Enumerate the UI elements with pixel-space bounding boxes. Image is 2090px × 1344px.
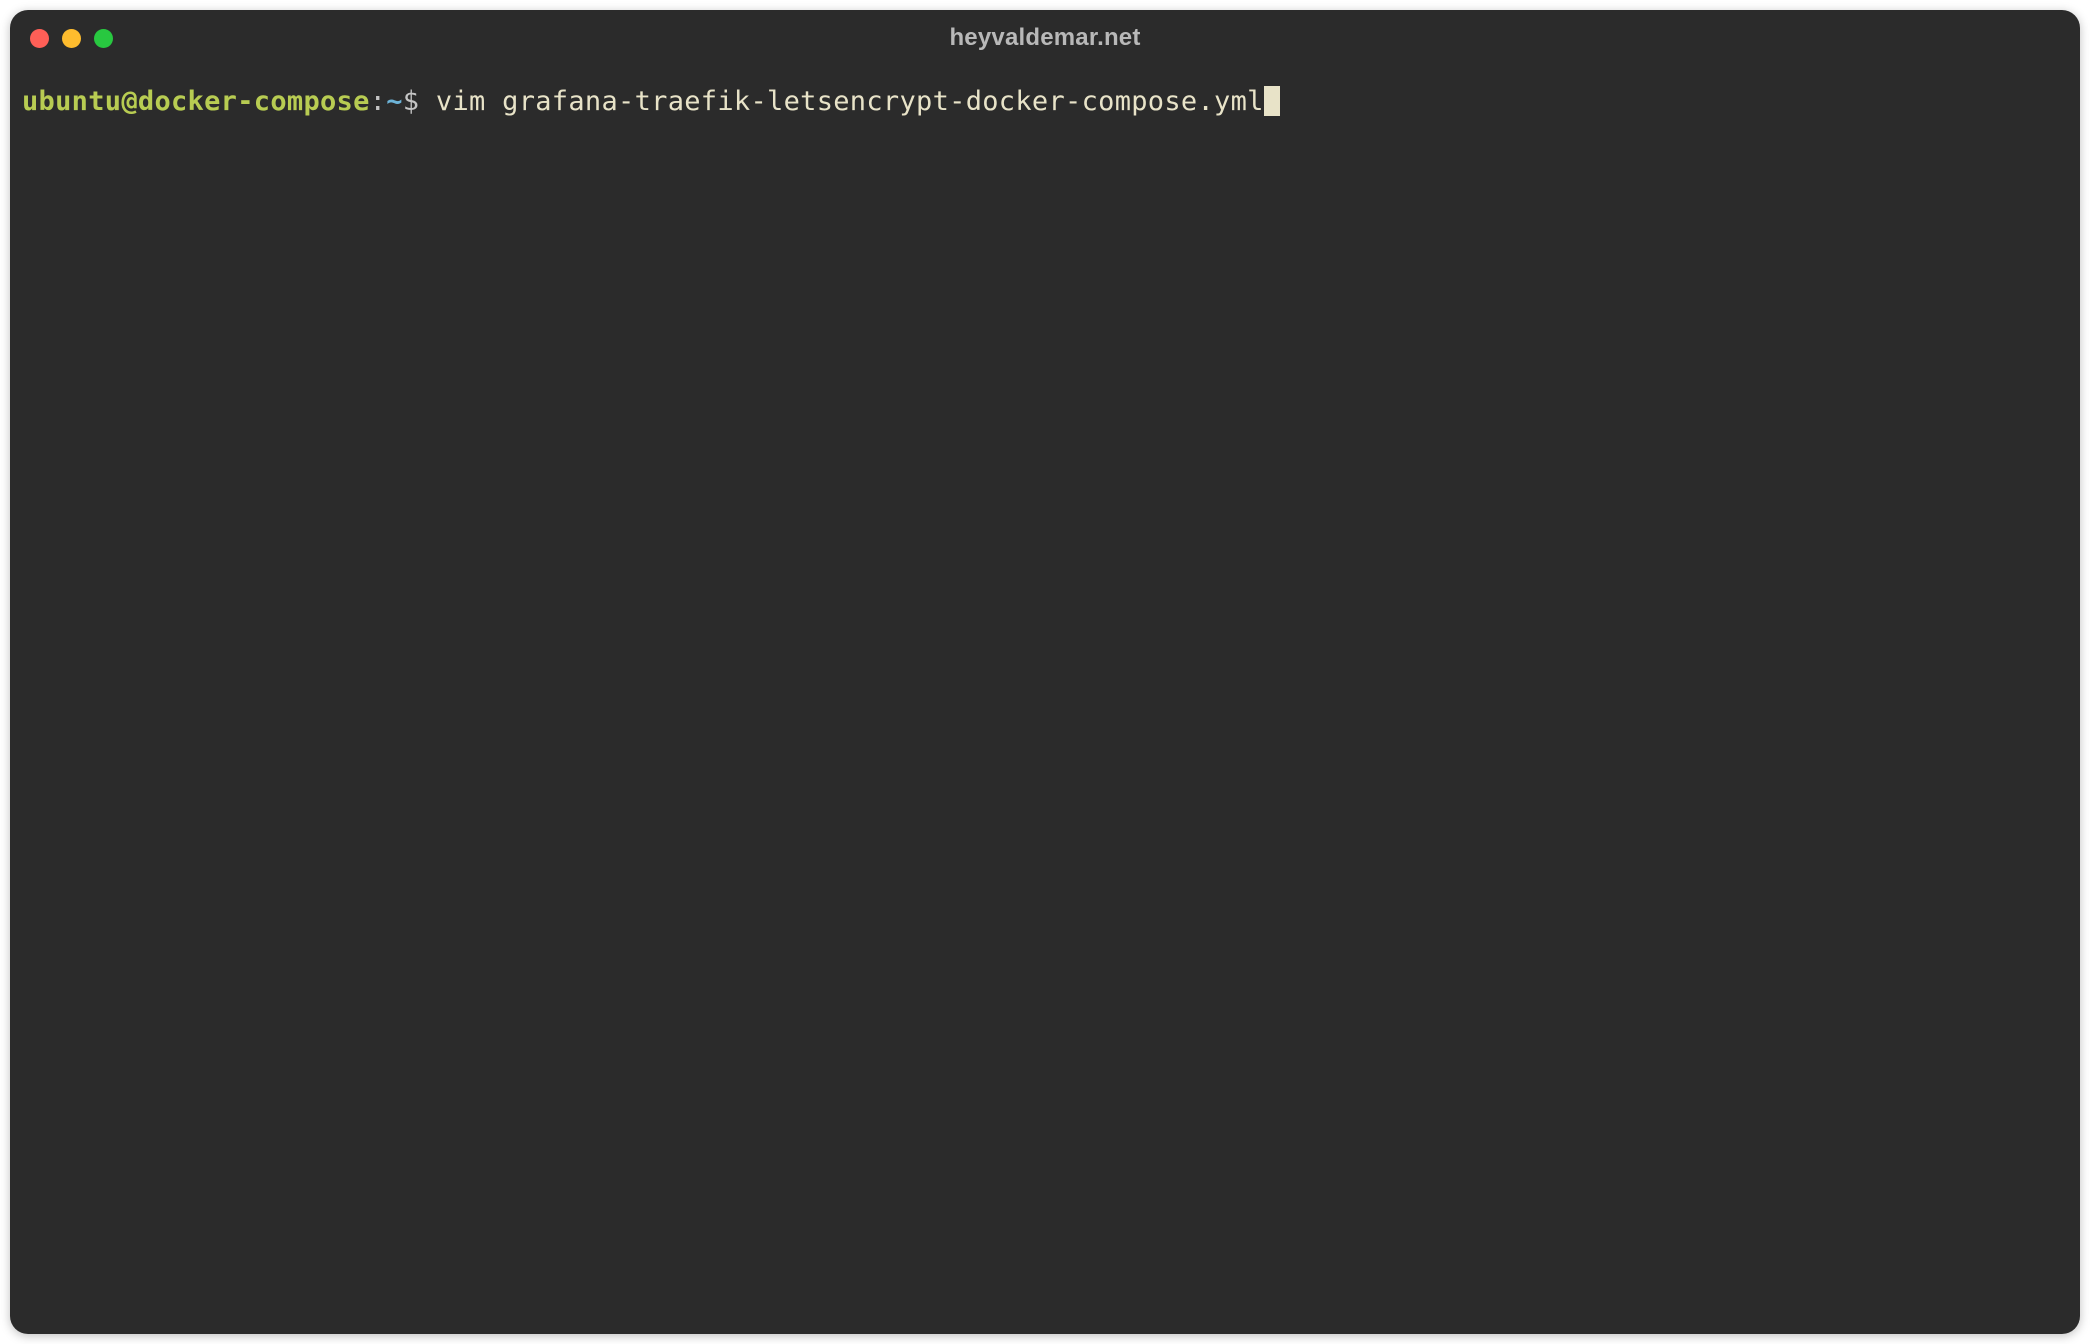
traffic-lights [30, 29, 113, 48]
terminal-window: heyvaldemar.net ubuntu@docker-compose:~$… [10, 10, 2080, 1334]
prompt-separator: : [370, 84, 387, 119]
minimize-button[interactable] [62, 29, 81, 48]
maximize-button[interactable] [94, 29, 113, 48]
prompt-symbol: $ [403, 84, 436, 119]
prompt-path: ~ [386, 84, 403, 119]
prompt-user-host: ubuntu@docker-compose [22, 84, 370, 119]
window-title: heyvaldemar.net [949, 24, 1140, 52]
command-text: vim grafana-traefik-letsencrypt-docker-c… [436, 84, 1264, 119]
title-bar: heyvaldemar.net [10, 10, 2080, 66]
terminal-body[interactable]: ubuntu@docker-compose:~$ vim grafana-tra… [10, 66, 2080, 1334]
prompt-line: ubuntu@docker-compose:~$ vim grafana-tra… [22, 84, 2068, 119]
close-button[interactable] [30, 29, 49, 48]
cursor-block [1264, 86, 1280, 116]
